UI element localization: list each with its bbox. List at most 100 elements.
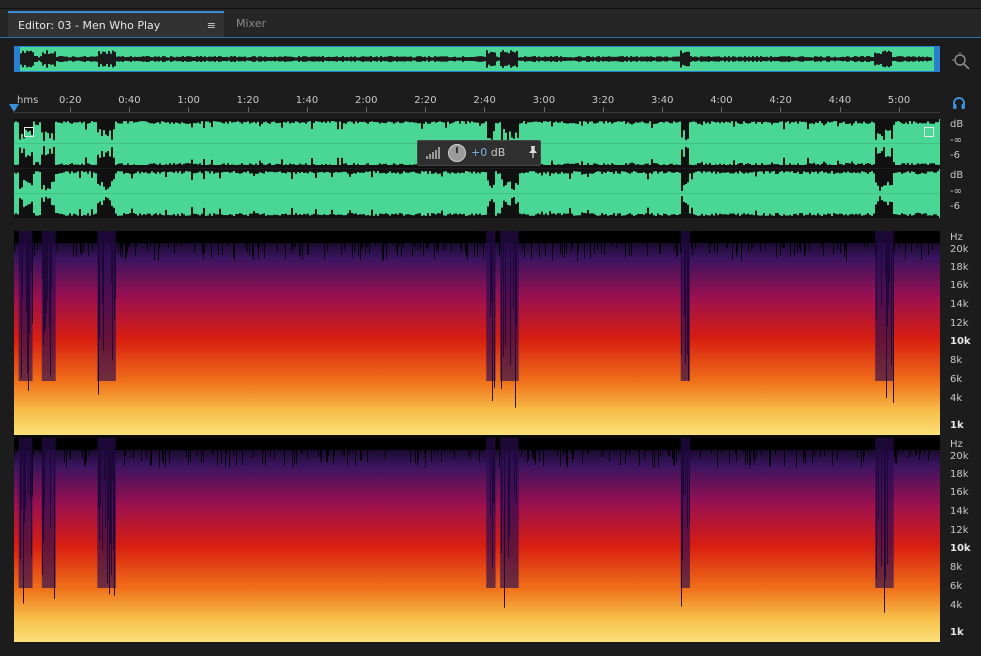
spectrogram-quiet-region — [500, 231, 519, 381]
overview-left-handle[interactable] — [15, 47, 20, 71]
ruler-tick-label: 2:00 — [355, 95, 378, 106]
hz-scale-label: 18k — [950, 262, 969, 273]
spectrogram-quiet-region — [875, 231, 894, 381]
hz-scale-right: Hz 20k 18k 16k 14k 12k 10k 8k 6k 4k 1k — [944, 438, 980, 642]
ruler-tick-label: 0:20 — [59, 95, 82, 106]
spectrogram-quiet-region — [680, 231, 690, 381]
ruler-tick-mark — [839, 107, 841, 112]
ruler-tick-label: 2:40 — [473, 95, 496, 106]
amplitude-hud[interactable]: +0 dB — [417, 140, 541, 166]
hz-scale-label: 10k — [950, 336, 971, 347]
amplitude-number: +0 — [471, 146, 488, 159]
ruler-tick-mark — [366, 107, 367, 112]
ruler-tick-label: 5:00 — [887, 95, 911, 106]
hz-scale-label: 4k — [950, 600, 963, 611]
spectrogram-left-graph — [14, 231, 940, 435]
top-strip — [0, 0, 981, 9]
hz-scale-label: Hz — [950, 232, 963, 243]
spectrogram-channel-right[interactable] — [14, 438, 940, 642]
ruler-tick-label: 0:40 — [118, 95, 141, 106]
spectrogram-quiet-region — [18, 438, 33, 588]
spectrogram-energy — [14, 243, 940, 435]
ruler-tick-mark — [484, 107, 486, 112]
ruler-tick-mark — [898, 107, 900, 112]
hz-scale-label: 16k — [950, 280, 969, 291]
ruler-tick-label: 3:40 — [651, 95, 674, 106]
ruler-tick-mark — [543, 107, 545, 112]
headphones-icon[interactable] — [952, 96, 966, 110]
spectrogram-quiet-region — [486, 438, 496, 588]
pin-icon[interactable] — [528, 145, 538, 159]
spectrogram-quiet-region — [97, 231, 116, 381]
hz-scale-label: 18k — [950, 469, 969, 480]
editor-panel: hms 0:20 0:40 1:00 1:20 1:40 2:00 2:20 2:40 3:00… — [0, 38, 981, 656]
spectrogram-right-graph — [14, 438, 940, 642]
tab-mixer-label: Mixer — [236, 17, 267, 30]
hz-scale-label: 1k — [950, 420, 964, 431]
hz-scale-label: 16k — [950, 487, 969, 498]
waveform-channel-right[interactable] — [14, 169, 940, 218]
ruler-tick-label: 4:20 — [769, 95, 792, 106]
spectrogram-quiet-region — [18, 231, 33, 381]
db-scale-unit: dB — [950, 119, 964, 130]
ruler-tick-mark — [602, 107, 604, 112]
amplitude-unit: dB — [490, 146, 506, 159]
overview-navigator[interactable] — [14, 46, 940, 72]
spectrogram-energy — [14, 450, 940, 642]
amplitude-value[interactable]: +0 dB — [471, 146, 505, 159]
hz-scale-label: 10k — [950, 543, 971, 554]
tab-mixer[interactable]: Mixer — [226, 11, 296, 37]
overview-waveform — [20, 50, 932, 68]
spectrogram-quiet-region — [41, 231, 56, 381]
ruler-tick-label: 1:00 — [177, 95, 200, 106]
ruler-tick-mark — [780, 107, 782, 112]
hz-scale-label: 20k — [950, 244, 969, 255]
hz-scale-label: 6k — [950, 374, 963, 385]
amplitude-knob-icon[interactable] — [448, 144, 466, 162]
panel-menu-icon[interactable]: ≡ — [207, 13, 216, 39]
hz-scale-label: 1k — [950, 627, 964, 638]
ruler-tick-mark — [70, 107, 71, 112]
hz-scale-label: 4k — [950, 393, 963, 404]
db-scale-label: -6 — [950, 150, 960, 161]
overview-right-handle[interactable] — [934, 47, 939, 71]
volume-level-icon — [426, 147, 440, 159]
hz-scale-label: Hz — [950, 439, 963, 450]
ruler-unit: hms — [17, 95, 39, 106]
spectrogram-quiet-region — [97, 438, 116, 588]
hz-scale-label: 6k — [950, 581, 963, 592]
zoom-selection-icon[interactable] — [951, 51, 971, 71]
panel-tab-bar: Editor: 03 - Men Who Play God.mp3 ≡ Mixe… — [0, 9, 981, 58]
db-scale-right: dB -∞ -6 — [944, 170, 980, 219]
ruler-tick-label: 4:00 — [710, 95, 733, 106]
hz-scale-label: 8k — [950, 355, 963, 366]
ruler-tick-mark — [188, 107, 190, 112]
spectrogram-quiet-region — [41, 438, 56, 588]
tab-editor[interactable]: Editor: 03 - Men Who Play God.mp3 ≡ — [8, 11, 224, 58]
ruler-tick-label: 2:20 — [414, 95, 437, 106]
hz-scale-label: 12k — [950, 525, 969, 536]
fade-in-handle[interactable] — [24, 127, 34, 137]
spectrogram-quiet-region — [486, 231, 496, 381]
ruler-tick-label: 1:40 — [295, 95, 319, 106]
playhead-marker[interactable] — [9, 104, 19, 112]
time-ruler[interactable]: hms 0:20 0:40 1:00 1:20 1:40 2:00 2:20 2:40 3:00… — [14, 94, 940, 113]
db-scale-label: -∞ — [950, 135, 962, 146]
ruler-tick-label: 3:00 — [532, 95, 556, 106]
ruler-tick-mark — [721, 107, 723, 112]
ruler-tick-mark — [662, 107, 663, 112]
db-scale-left: dB -∞ -6 — [944, 119, 980, 168]
hz-scale-label: 12k — [950, 318, 969, 329]
hz-scale-label: 14k — [950, 506, 969, 517]
ruler-tick-label: 4:40 — [828, 95, 852, 106]
hz-scale-label: 14k — [950, 299, 969, 310]
spectrogram-channel-left[interactable] — [14, 231, 940, 435]
db-scale-label: -6 — [950, 201, 960, 212]
waveform-right-graph — [14, 169, 940, 218]
fade-out-handle[interactable] — [924, 127, 934, 137]
db-scale-unit: dB — [950, 170, 964, 181]
ruler-tick-label: 3:20 — [591, 95, 615, 106]
ruler-tick-mark — [129, 107, 131, 112]
ruler-tick-mark — [247, 107, 249, 112]
spectrogram-quiet-region — [500, 438, 519, 588]
